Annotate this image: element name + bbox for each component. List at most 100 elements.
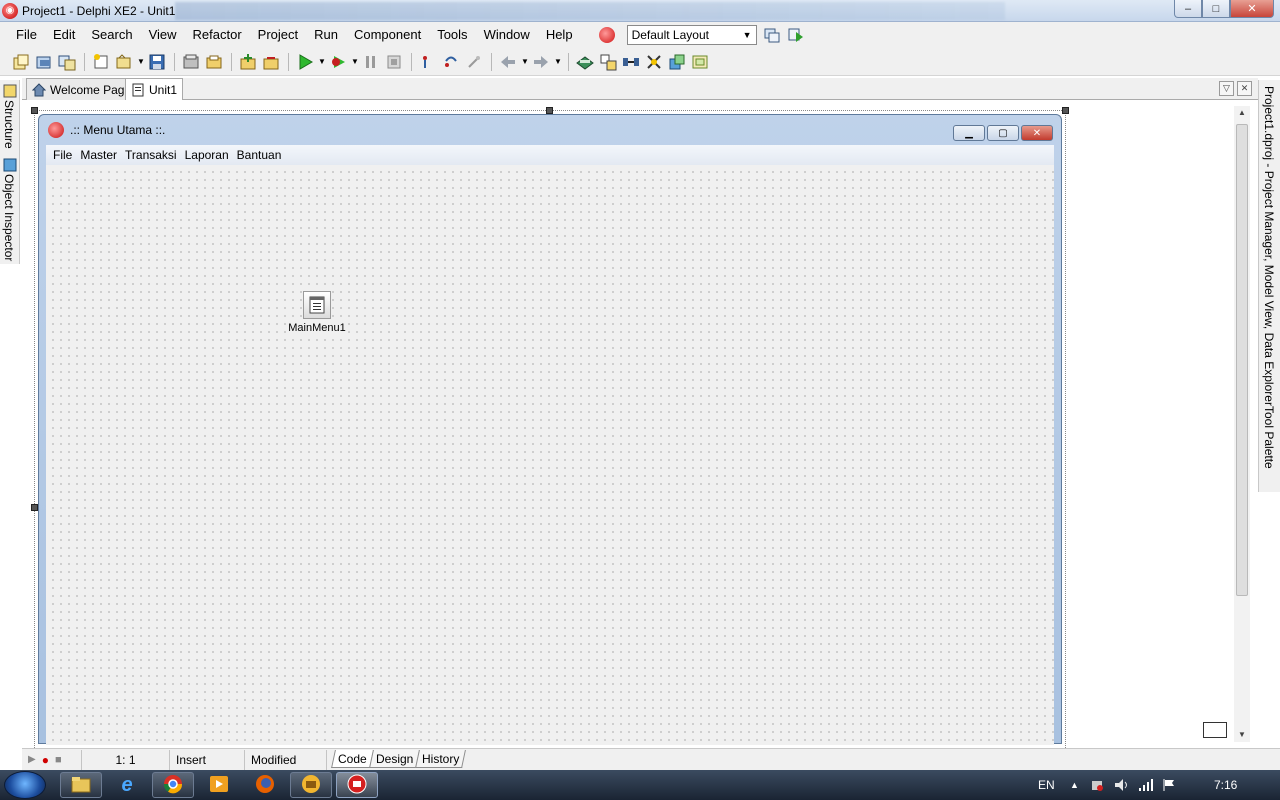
resize-handle-top[interactable] bbox=[546, 107, 553, 114]
open-file-icon[interactable] bbox=[203, 51, 225, 73]
open-project-icon[interactable] bbox=[56, 51, 78, 73]
run-without-debugging-dropdown-arrow[interactable]: ▼ bbox=[350, 57, 360, 66]
desktop-layout-select[interactable]: Default Layout ▼ bbox=[626, 25, 757, 45]
save-desktop-icon[interactable] bbox=[763, 27, 781, 43]
show-hidden-icons-icon[interactable]: ▲ bbox=[1070, 770, 1079, 800]
tab-unit1[interactable]: Unit1 bbox=[125, 78, 184, 101]
system-clock[interactable]: 7:16 bbox=[1214, 770, 1237, 800]
open-icon[interactable] bbox=[33, 51, 55, 73]
taskbar-firefox[interactable] bbox=[244, 772, 286, 798]
designer-vertical-scrollbar[interactable]: ▲ ▼ bbox=[1234, 106, 1250, 742]
add-to-project-icon[interactable] bbox=[237, 51, 259, 73]
project-manager-tab[interactable]: Project1.dproj - Project Manager, Model … bbox=[1262, 86, 1276, 406]
menu-refactor[interactable]: Refactor bbox=[185, 22, 250, 48]
mainmenu-component[interactable]: MainMenu1 bbox=[287, 291, 347, 334]
volume-icon[interactable] bbox=[1114, 770, 1130, 800]
tab-history[interactable]: History bbox=[415, 749, 467, 768]
taskbar-chrome[interactable] bbox=[152, 772, 194, 798]
scrollbar-thumb[interactable] bbox=[1236, 124, 1248, 596]
start-button[interactable] bbox=[4, 771, 46, 799]
form-app-icon bbox=[48, 122, 64, 138]
resize-handle-left[interactable] bbox=[31, 504, 38, 511]
view-tabs: Code Design History bbox=[331, 749, 467, 770]
taskbar-media-player[interactable] bbox=[198, 772, 240, 798]
project-options-icon[interactable] bbox=[666, 51, 688, 73]
language-indicator[interactable]: EN bbox=[1038, 770, 1055, 800]
forward-arrow-icon[interactable] bbox=[530, 51, 552, 73]
form-menu-bantuan[interactable]: Bantuan bbox=[233, 148, 286, 162]
run-icon[interactable] bbox=[294, 51, 316, 73]
delphi-app-icon[interactable]: ◉ bbox=[2, 2, 18, 19]
menu-edit[interactable]: Edit bbox=[45, 22, 83, 48]
taskbar-delphi[interactable] bbox=[336, 772, 378, 798]
remove-from-project-icon[interactable] bbox=[260, 51, 282, 73]
insert-mode: Insert bbox=[170, 749, 245, 770]
back-dropdown-arrow[interactable]: ▼ bbox=[520, 57, 530, 66]
save-all-icon[interactable] bbox=[146, 51, 168, 73]
close-tab-icon[interactable]: ✕ bbox=[1237, 81, 1252, 96]
menu-search[interactable]: Search bbox=[83, 22, 140, 48]
form-menu-transaksi[interactable]: Transaksi bbox=[121, 148, 181, 162]
scroll-up-icon[interactable]: ▲ bbox=[1234, 106, 1250, 120]
menu-view[interactable]: View bbox=[141, 22, 185, 48]
scroll-down-icon[interactable]: ▼ bbox=[1234, 728, 1250, 742]
stop-macro-icon[interactable]: ■ bbox=[55, 754, 62, 766]
play-macro-icon[interactable]: ▶ bbox=[28, 754, 36, 765]
tab-design[interactable]: Design bbox=[368, 749, 420, 768]
reopen-icon[interactable] bbox=[113, 51, 135, 73]
step-over-icon[interactable] bbox=[440, 51, 462, 73]
run-without-debugging-icon[interactable] bbox=[327, 51, 349, 73]
stop-icon[interactable] bbox=[383, 51, 405, 73]
help-globe-icon[interactable] bbox=[598, 27, 615, 43]
run-dropdown-arrow[interactable]: ▼ bbox=[317, 57, 327, 66]
deploy-icon[interactable] bbox=[689, 51, 711, 73]
object-inspector-tab[interactable]: Object Inspector bbox=[2, 174, 16, 261]
form-menu-laporan[interactable]: Laporan bbox=[181, 148, 233, 162]
taskbar-app-yellow[interactable] bbox=[290, 772, 332, 798]
back-arrow-icon[interactable] bbox=[497, 51, 519, 73]
form-menu-master[interactable]: Master bbox=[76, 148, 121, 162]
form-caption: .:: Menu Utama ::. bbox=[70, 123, 166, 137]
help-contents-icon[interactable] bbox=[574, 51, 596, 73]
forward-dropdown-arrow[interactable]: ▼ bbox=[553, 57, 563, 66]
signal-strength-icon[interactable] bbox=[1138, 770, 1154, 800]
network-warning-icon[interactable] bbox=[1090, 770, 1104, 800]
resize-handle-top-left[interactable] bbox=[31, 107, 38, 114]
tab-list-icon[interactable]: ▽ bbox=[1219, 81, 1234, 96]
run-to-cursor-icon[interactable] bbox=[463, 51, 485, 73]
toolbar-separator bbox=[231, 52, 232, 71]
new-items-icon[interactable] bbox=[10, 51, 32, 73]
view-forms-icon[interactable] bbox=[643, 51, 665, 73]
menu-window[interactable]: Window bbox=[476, 22, 538, 48]
view-units-icon[interactable] bbox=[620, 51, 642, 73]
form-close-icon: ✕ bbox=[1021, 125, 1053, 141]
menu-project[interactable]: Project bbox=[250, 22, 306, 48]
close-button[interactable]: ✕ bbox=[1230, 0, 1274, 18]
minimize-button[interactable]: – bbox=[1174, 0, 1202, 18]
close-file-icon[interactable] bbox=[180, 51, 202, 73]
menu-file[interactable]: File bbox=[8, 22, 45, 48]
resize-handle-top-right[interactable] bbox=[1062, 107, 1069, 114]
set-debug-desktop-icon[interactable] bbox=[787, 27, 805, 43]
tool-palette-tab[interactable]: Tool Palette bbox=[1262, 406, 1276, 469]
action-center-flag-icon[interactable] bbox=[1162, 770, 1176, 800]
record-macro-icon[interactable]: ● bbox=[42, 753, 49, 767]
designed-form-window[interactable]: .:: Menu Utama ::. ▁ ▢ ✕ File Master Tra… bbox=[38, 114, 1062, 745]
tab-welcome-page[interactable]: Welcome Page bbox=[26, 78, 138, 100]
tab-code[interactable]: Code bbox=[331, 749, 374, 768]
reopen-dropdown-arrow[interactable]: ▼ bbox=[136, 57, 146, 66]
menu-run[interactable]: Run bbox=[306, 22, 346, 48]
maximize-button[interactable]: □ bbox=[1202, 0, 1230, 18]
taskbar-explorer[interactable] bbox=[60, 772, 102, 798]
structure-tab[interactable]: Structure bbox=[2, 100, 16, 149]
form-client-grid[interactable]: MainMenu1 bbox=[46, 165, 1054, 745]
pause-icon[interactable] bbox=[360, 51, 382, 73]
form-menu-file[interactable]: File bbox=[49, 148, 76, 162]
new-form-icon[interactable] bbox=[90, 51, 112, 73]
taskbar-internet-explorer[interactable]: e bbox=[106, 772, 148, 798]
toggle-form-unit-icon[interactable] bbox=[597, 51, 619, 73]
menu-component[interactable]: Component bbox=[346, 22, 429, 48]
trace-into-icon[interactable] bbox=[417, 51, 439, 73]
menu-help[interactable]: Help bbox=[538, 22, 581, 48]
menu-tools[interactable]: Tools bbox=[429, 22, 475, 48]
